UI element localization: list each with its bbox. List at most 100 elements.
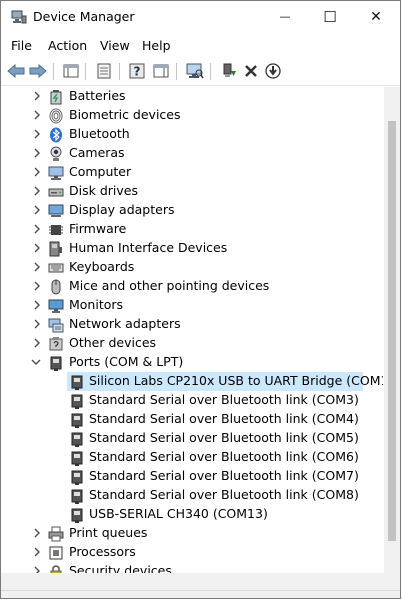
chevron-right-icon[interactable] [32, 280, 42, 292]
close-button[interactable]: ✕ [353, 1, 399, 32]
tree-item-print-queues[interactable]: Print queues [5, 524, 383, 543]
svg-text:?: ? [134, 65, 141, 79]
port-item[interactable]: Standard Serial over Bluetooth link (COM… [5, 429, 383, 448]
port-item[interactable]: Standard Serial over Bluetooth link (COM… [5, 391, 383, 410]
tree-item-firmware[interactable]: Firmware [5, 220, 383, 239]
port-item-label: Standard Serial over Bluetooth link (COM… [89, 392, 359, 407]
monitor-icon [48, 299, 64, 313]
chevron-right-icon[interactable] [32, 109, 42, 121]
properties-pane-button[interactable] [61, 61, 81, 81]
keyboard-icon [48, 263, 64, 273]
bluetooth-icon [50, 127, 62, 143]
tree-item-computer[interactable]: Computer [5, 163, 383, 182]
chevron-right-icon[interactable] [32, 337, 42, 349]
tree-item-label: Bluetooth [69, 126, 130, 141]
display-icon [48, 204, 64, 217]
port-item-label: Standard Serial over Bluetooth link (COM… [89, 449, 359, 464]
tree-item-security-devices[interactable]: Security devices [5, 562, 383, 573]
battery-icon [50, 90, 62, 105]
chevron-down-icon[interactable] [31, 356, 41, 368]
chevron-right-icon[interactable] [32, 223, 42, 235]
tree-item-display-adapters[interactable]: Display adapters [5, 201, 383, 220]
action-pane-button[interactable] [151, 61, 171, 81]
tree-item-label: Display adapters [69, 202, 175, 217]
menu-file[interactable]: File [11, 38, 32, 53]
tree-item-label: Keyboards [69, 259, 135, 274]
port-item-label: Standard Serial over Bluetooth link (COM… [89, 411, 359, 426]
tree-item-label: Ports (COM & LPT) [69, 354, 184, 369]
hid-icon [49, 241, 62, 257]
tree-item-monitors[interactable]: Monitors [5, 296, 383, 315]
network-icon [48, 318, 64, 333]
chevron-right-icon[interactable] [32, 565, 42, 573]
port-item-selected[interactable]: Silicon Labs CP210x USB to UART Bridge (… [5, 372, 383, 391]
status-bar [1, 590, 400, 598]
scan-hardware-icon [186, 63, 204, 79]
toolbar-separator [119, 63, 120, 80]
uninstall-icon [245, 65, 257, 77]
port-item-label: Standard Serial over Bluetooth link (COM… [89, 468, 359, 483]
disable-device-button[interactable] [263, 61, 283, 81]
chevron-right-icon[interactable] [32, 527, 42, 539]
horizontal-scrollbar[interactable] [1, 573, 400, 590]
chevron-right-icon[interactable] [32, 147, 42, 159]
tree-item-network-adapters[interactable]: Network adapters [5, 315, 383, 334]
tree-item-label: Security devices [69, 563, 172, 573]
tree-item-biometric-devices[interactable]: Biometric devices [5, 106, 383, 125]
chevron-right-icon[interactable] [32, 90, 42, 102]
tree-item-keyboards[interactable]: Keyboards [5, 258, 383, 277]
menu-action[interactable]: Action [48, 38, 87, 53]
port-item-label: Standard Serial over Bluetooth link (COM… [89, 487, 359, 502]
tree-item-label: Monitors [69, 297, 124, 312]
vertical-scrollbar[interactable] [384, 87, 400, 573]
scan-hardware-button[interactable] [185, 61, 205, 81]
maximize-button[interactable]: ☐ [307, 1, 353, 32]
tree-item-batteries[interactable]: Batteries [5, 87, 383, 106]
menu-view[interactable]: View [100, 38, 130, 53]
back-button[interactable] [6, 61, 26, 81]
maximize-icon: ☐ [323, 7, 337, 26]
update-driver-button[interactable] [219, 61, 239, 81]
toolbar: ? [1, 57, 400, 86]
port-item[interactable]: Standard Serial over Bluetooth link (COM… [5, 467, 383, 486]
chevron-right-icon[interactable] [32, 166, 42, 178]
chevron-right-icon[interactable] [32, 546, 42, 558]
mouse-icon [51, 279, 61, 295]
minimize-button[interactable]: — [262, 1, 308, 32]
help-button[interactable]: ? [127, 61, 147, 81]
tree-item-disk-drives[interactable]: Disk drives [5, 182, 383, 201]
tree-item-processors[interactable]: Processors [5, 543, 383, 562]
chevron-right-icon[interactable] [32, 128, 42, 140]
chevron-right-icon[interactable] [32, 185, 42, 197]
port-item[interactable]: Standard Serial over Bluetooth link (COM… [5, 448, 383, 467]
menu-help[interactable]: Help [142, 38, 171, 53]
toolbar-separator [53, 63, 54, 80]
forward-button[interactable] [28, 61, 48, 81]
tree-item-label: Computer [69, 164, 132, 179]
tree-item-ports[interactable]: Ports (COM & LPT) [5, 353, 383, 372]
chevron-right-icon[interactable] [32, 299, 42, 311]
device-tree[interactable]: Batteries Biometric devices Bluetooth Ca… [5, 87, 383, 573]
chevron-right-icon[interactable] [32, 242, 42, 254]
printer-icon [48, 526, 64, 542]
scrollbar-thumb[interactable] [388, 121, 396, 541]
show-hidden-icon [97, 63, 111, 79]
port-item[interactable]: Standard Serial over Bluetooth link (COM… [5, 486, 383, 505]
chevron-right-icon[interactable] [32, 204, 42, 216]
close-icon: ✕ [370, 8, 382, 25]
title-bar[interactable]: Device Manager — ☐ ✕ [1, 1, 400, 33]
port-icon [71, 489, 83, 504]
computer-icon [48, 166, 64, 180]
chevron-right-icon[interactable] [32, 261, 42, 273]
tree-item-mice[interactable]: Mice and other pointing devices [5, 277, 383, 296]
uninstall-device-button[interactable] [241, 61, 261, 81]
show-hidden-button[interactable] [94, 61, 114, 81]
tree-item-other-devices[interactable]: Other devices [5, 334, 383, 353]
chevron-right-icon[interactable] [32, 318, 42, 330]
properties-pane-icon [63, 64, 79, 78]
tree-item-human-interface-devices[interactable]: Human Interface Devices [5, 239, 383, 258]
port-item[interactable]: Standard Serial over Bluetooth link (COM… [5, 410, 383, 429]
tree-item-bluetooth[interactable]: Bluetooth [5, 125, 383, 144]
port-item[interactable]: USB-SERIAL CH340 (COM13) [5, 505, 383, 524]
tree-item-cameras[interactable]: Cameras [5, 144, 383, 163]
